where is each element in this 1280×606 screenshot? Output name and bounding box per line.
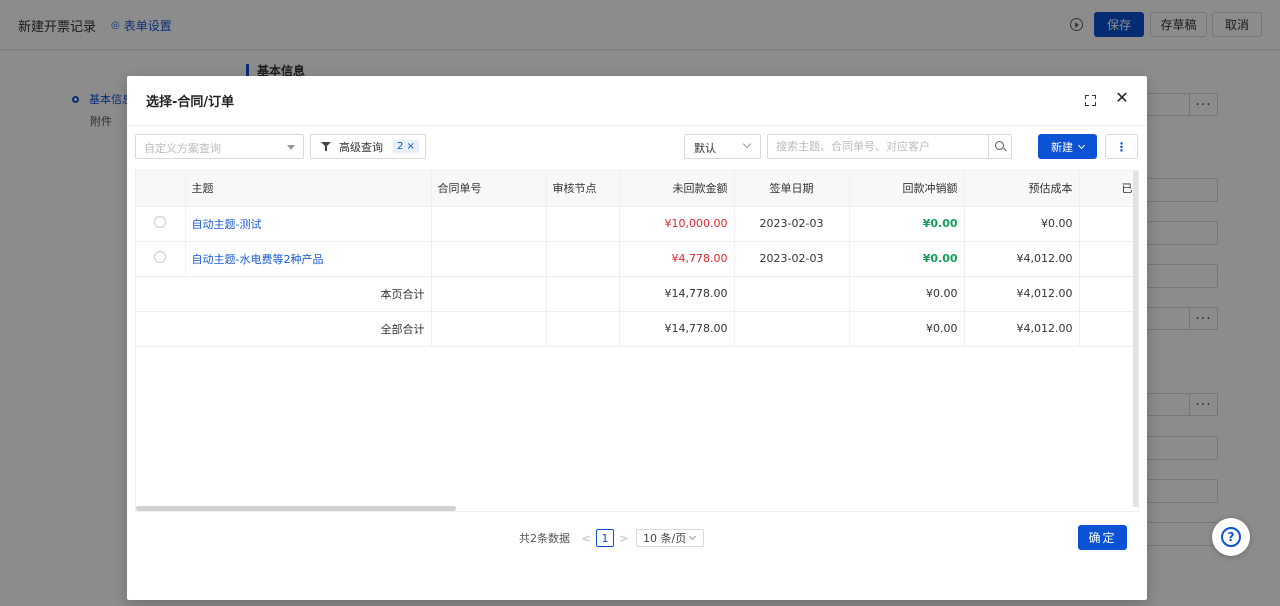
modal-header: 选择-合同/订单 ✕ xyxy=(127,76,1147,126)
modal-toolbar: 自定义方案查询 高级查询 2 × 默认 新建 ⋮ xyxy=(135,134,1139,160)
unpaid-cell: ¥10,000.00 xyxy=(619,206,735,242)
column-header-issued[interactable]: 已发 xyxy=(1079,171,1138,207)
close-icon[interactable]: ✕ xyxy=(1115,90,1129,106)
row-radio[interactable] xyxy=(154,216,167,228)
issued-cell xyxy=(1079,241,1138,277)
column-header-unpaid[interactable]: 未回款金额 xyxy=(619,171,735,207)
scheme-query-select[interactable]: 自定义方案查询 xyxy=(135,134,304,159)
est-cost-cell: ¥0.00 xyxy=(964,206,1080,242)
sort-select[interactable]: 默认 xyxy=(684,134,761,159)
more-menu-button[interactable]: ⋮ xyxy=(1105,134,1138,159)
page-size-select[interactable]: 10 条/页 xyxy=(636,529,704,547)
summary-est-cost: ¥4,012.00 xyxy=(964,276,1080,312)
filter-count-badge[interactable]: 2 × xyxy=(393,140,419,153)
subject-link[interactable]: 自动主题-测试 xyxy=(185,206,432,242)
advanced-query-button[interactable]: 高级查询 2 × xyxy=(310,134,426,159)
sign-date-cell: 2023-02-03 xyxy=(734,241,850,277)
fullscreen-icon[interactable] xyxy=(1085,95,1096,106)
sort-value: 默认 xyxy=(694,142,716,155)
summary-unpaid: ¥14,778.00 xyxy=(619,311,735,347)
contract-no-cell xyxy=(431,206,547,242)
column-header-subject[interactable]: 主题 xyxy=(185,171,432,207)
summary-label: 全部合计 xyxy=(136,311,432,347)
summary-writeoff: ¥0.00 xyxy=(849,276,965,312)
column-header-contract-no[interactable]: 合同单号 xyxy=(431,171,547,207)
table-header: 主题 合同单号 审核节点 未回款金额 签单日期 回款冲销额 预估成本 已发 xyxy=(136,171,1138,207)
help-button[interactable]: ? xyxy=(1212,518,1250,556)
modal-title: 选择-合同/订单 xyxy=(146,95,235,110)
contract-table: 主题 合同单号 审核节点 未回款金额 签单日期 回款冲销额 预估成本 已发 自动… xyxy=(135,170,1139,512)
vertical-scrollbar[interactable] xyxy=(1133,171,1138,507)
summary-row: 全部合计 ¥14,778.00 ¥0.00 ¥4,012.00 xyxy=(136,311,1138,347)
audit-node-cell xyxy=(546,241,620,277)
confirm-button[interactable]: 确定 xyxy=(1078,525,1127,550)
caret-down-icon xyxy=(287,145,295,150)
prev-page-icon[interactable]: < xyxy=(580,532,592,545)
new-button-label: 新建 xyxy=(1051,140,1073,154)
issued-cell xyxy=(1079,206,1138,242)
chevron-down-icon xyxy=(742,139,752,149)
select-contract-modal: 选择-合同/订单 ✕ 自定义方案查询 高级查询 2 × 默认 新建 ⋮ xyxy=(127,76,1147,600)
writeoff-cell: ¥0.00 xyxy=(849,241,965,277)
column-header-audit-node[interactable]: 审核节点 xyxy=(546,171,620,207)
audit-node-cell xyxy=(546,206,620,242)
summary-unpaid: ¥14,778.00 xyxy=(619,276,735,312)
row-radio[interactable] xyxy=(154,251,167,263)
pagination: 共2条数据 < 1 > 10 条/页 xyxy=(519,528,704,548)
advanced-query-label: 高级查询 xyxy=(339,140,383,154)
select-column-header xyxy=(136,171,186,207)
new-button[interactable]: 新建 xyxy=(1038,134,1097,159)
scheme-query-placeholder: 自定义方案查询 xyxy=(144,142,221,155)
filter-icon xyxy=(321,141,331,152)
search-input[interactable] xyxy=(767,134,989,159)
column-header-est-cost[interactable]: 预估成本 xyxy=(964,171,1080,207)
page-size-value: 10 条/页 xyxy=(643,532,687,545)
summary-row: 本页合计 ¥14,778.00 ¥0.00 ¥4,012.00 xyxy=(136,276,1138,312)
unpaid-cell: ¥4,778.00 xyxy=(619,241,735,277)
sign-date-cell: 2023-02-03 xyxy=(734,206,850,242)
total-count: 共2条数据 xyxy=(519,532,570,545)
summary-est-cost: ¥4,012.00 xyxy=(964,311,1080,347)
est-cost-cell: ¥4,012.00 xyxy=(964,241,1080,277)
help-icon: ? xyxy=(1221,527,1241,547)
page-1[interactable]: 1 xyxy=(596,529,614,547)
table-row[interactable]: 自动主题-水电费等2种产品 ¥4,778.00 2023-02-03 ¥0.00… xyxy=(136,241,1138,277)
summary-writeoff: ¥0.00 xyxy=(849,311,965,347)
contract-no-cell xyxy=(431,241,547,277)
chevron-down-icon xyxy=(688,532,697,541)
search-icon[interactable] xyxy=(988,134,1012,159)
table-row[interactable]: 自动主题-测试 ¥10,000.00 2023-02-03 ¥0.00 ¥0.0… xyxy=(136,206,1138,242)
summary-label: 本页合计 xyxy=(136,276,432,312)
chevron-down-icon xyxy=(1077,141,1086,149)
subject-link[interactable]: 自动主题-水电费等2种产品 xyxy=(185,241,432,277)
writeoff-cell: ¥0.00 xyxy=(849,206,965,242)
next-page-icon[interactable]: > xyxy=(618,532,630,545)
column-header-sign-date[interactable]: 签单日期 xyxy=(734,171,850,207)
horizontal-scrollbar[interactable] xyxy=(136,506,456,511)
column-header-writeoff[interactable]: 回款冲销额 xyxy=(849,171,965,207)
